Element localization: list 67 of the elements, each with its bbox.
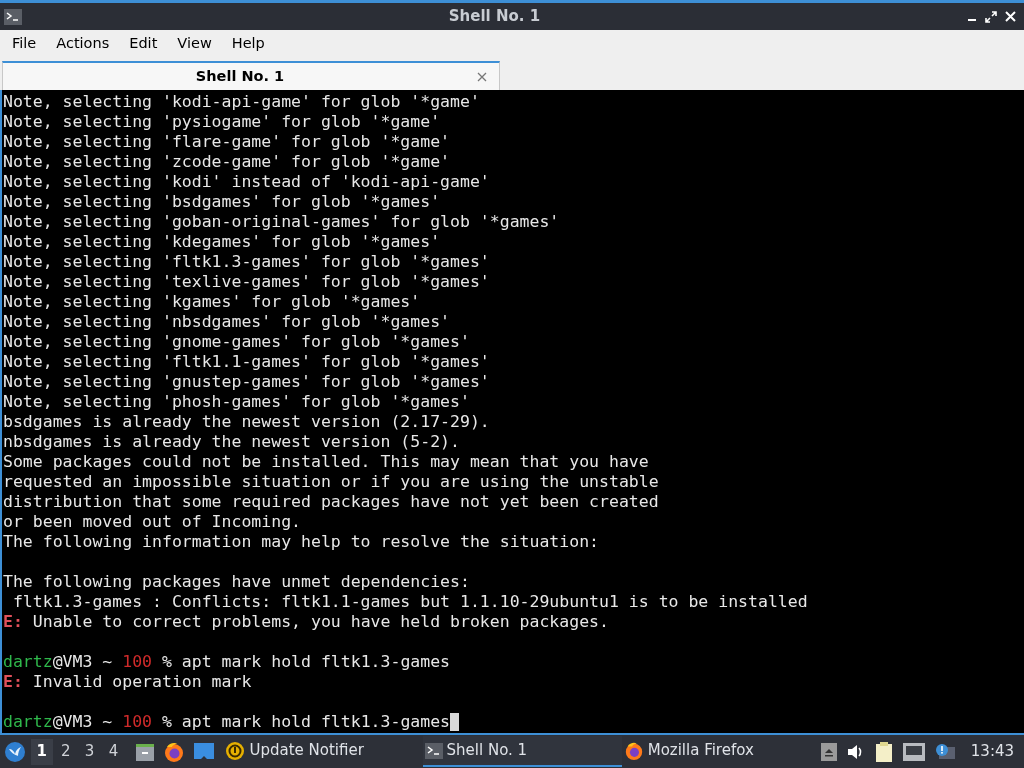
- desktop-button[interactable]: 4: [102, 738, 125, 765]
- terminal-text: Note, selecting 'kodi' instead of 'kodi-api-game': [3, 172, 490, 192]
- menu-item[interactable]: Edit: [121, 33, 166, 55]
- terminal-text: Note, selecting 'gnustep-games' for glob '*games': [3, 372, 490, 392]
- terminal-text: requested an impossible situation or if you are using the unstable: [3, 472, 659, 492]
- terminal-text: Note, selecting 'fltk1.3-games' for glob '*games': [3, 252, 490, 272]
- close-tab-icon[interactable]: [477, 71, 487, 82]
- terminal-text: 100: [122, 652, 153, 672]
- terminal-text: Note, selecting 'nbsdgames' for glob '*games': [3, 312, 451, 332]
- window-title: Shell No. 1: [448, 6, 541, 28]
- terminal-text: Note, selecting 'bsdgames' for glob '*games': [3, 192, 441, 212]
- taskbar-button[interactable]: Shell No. 1: [422, 736, 622, 767]
- terminal-text: Some packages could not be installed. This may mean that you have: [3, 452, 649, 472]
- update-icon: [225, 740, 246, 761]
- terminal-icon: [4, 8, 22, 25]
- start-menu-icon[interactable]: [3, 740, 26, 763]
- terminal-text: Note, selecting 'texlive-games' for glob '*games': [3, 272, 490, 292]
- terminal-text: Note, selecting 'zcode-game' for glob '*game': [3, 152, 451, 172]
- menu-item[interactable]: File: [4, 33, 45, 55]
- tray-expand-icon[interactable]: [820, 742, 837, 761]
- clipboard-icon[interactable]: [874, 740, 893, 763]
- terminal-text: Note, selecting 'flare-game' for glob '*game': [3, 132, 451, 152]
- restore-icon[interactable]: [985, 10, 997, 23]
- terminal-text: % apt mark hold fltk1.3-games: [160, 712, 451, 732]
- terminal-text: % apt mark hold fltk1.3-games: [160, 652, 451, 672]
- terminal-icon: [424, 742, 443, 759]
- terminal-text: Note, selecting 'goban-original-games' for glob '*games': [3, 212, 560, 232]
- terminal-text: Note, selecting 'pysiogame' for glob '*game': [3, 112, 441, 132]
- terminal-text: nbsdgames is already the newest version (5-2).: [3, 432, 460, 452]
- desktop-button[interactable]: 3: [78, 738, 101, 765]
- terminal-text: dartz: [3, 652, 53, 672]
- terminal-text: @VM3 ~: [52, 652, 114, 672]
- firefox-icon[interactable]: [163, 740, 186, 763]
- tab[interactable]: Shell No. 1: [2, 61, 500, 90]
- clock: 13:43: [970, 741, 1015, 763]
- menu-item[interactable]: View: [169, 33, 220, 55]
- file-cabinet-icon[interactable]: [135, 741, 156, 762]
- network-icon[interactable]: [902, 742, 925, 761]
- terminal-text: Unable to correct problems, you have held broken packages.: [31, 612, 609, 632]
- menu-item[interactable]: Help: [223, 33, 273, 55]
- terminal-text: Note, selecting 'kgames' for glob '*games': [3, 292, 421, 312]
- window-icon[interactable]: [193, 741, 216, 762]
- taskbar-button[interactable]: Update Notifier: [223, 736, 423, 767]
- desktop-button[interactable]: 1: [30, 738, 53, 765]
- terminal-text: The following packages have unmet dependencies:: [3, 572, 470, 592]
- menu-item[interactable]: Actions: [48, 33, 118, 55]
- desktop-button[interactable]: 2: [54, 738, 77, 765]
- terminal-text: @VM3 ~: [52, 712, 114, 732]
- terminal-text: Invalid operation mark: [31, 672, 252, 692]
- error-label: E:: [3, 672, 23, 692]
- taskbar-button[interactable]: Mozilla Firefox: [621, 736, 821, 767]
- notification-icon[interactable]: [934, 742, 955, 761]
- terminal-text: fltk1.3-games : Conflicts: fltk1.1-games but 1.1.10-29ubuntu1 is to be installed: [11, 592, 808, 612]
- terminal-text: dartz: [3, 712, 53, 732]
- terminal-text: Note, selecting 'phosh-games' for glob '*games': [3, 392, 470, 412]
- terminal-text: Note, selecting 'gnome-games' for glob '*games': [3, 332, 470, 352]
- terminal-text: bsdgames is already the newest version (2.17-29).: [3, 412, 490, 432]
- terminal-text: The following information may help to resolve the situation:: [3, 532, 600, 552]
- firefox-icon: [623, 740, 644, 761]
- terminal-text: 100: [122, 712, 153, 732]
- terminal-text: or been moved out of Incoming.: [3, 512, 301, 532]
- terminal-text: Note, selecting 'kodi-api-game' for glob '*game': [3, 92, 480, 112]
- close-icon[interactable]: [1005, 11, 1016, 22]
- error-label: E:: [3, 612, 23, 632]
- terminal-text: distribution that some required packages have not yet been created: [3, 492, 659, 512]
- terminal-text: Note, selecting 'fltk1.1-games' for glob '*games': [3, 352, 490, 372]
- terminal-text: Note, selecting 'kdegames' for glob '*games': [3, 232, 441, 252]
